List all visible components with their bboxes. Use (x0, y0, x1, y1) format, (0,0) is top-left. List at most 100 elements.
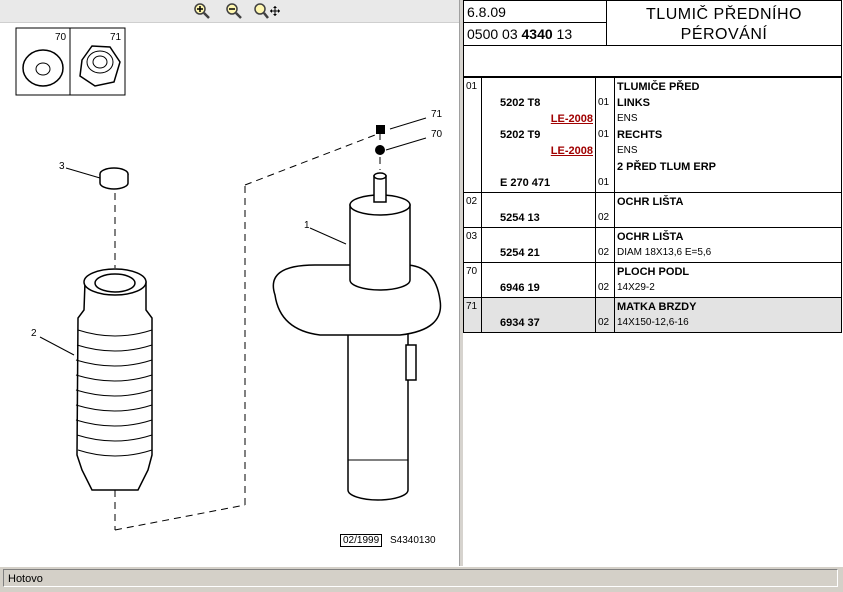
diagram-reference: S4340130 (390, 535, 436, 546)
part-quantity-cell: 02 (595, 227, 615, 263)
callout-3: 3 (59, 161, 65, 172)
part-quantity (598, 79, 612, 95)
part-reference[interactable] (484, 161, 500, 173)
part-quantity-cell: 02 (595, 192, 615, 228)
part-reference[interactable] (484, 81, 500, 93)
parts-table-row[interactable]: 70 6946 19 02 PLOCH PODL 14X29-2 (463, 262, 842, 298)
part-description: OCHR LIŠTA (617, 231, 684, 243)
part-description: 14X29-2 (617, 282, 655, 293)
part-description: DIAM 18X13,6 E=5,6 (617, 247, 712, 258)
part-quantity: 02 (598, 247, 610, 258)
part-reference[interactable]: 6946 19 (484, 282, 540, 294)
parts-table: 01 5202 T8 LE-2008 5202 T9 LE-2008 E 270 471 0… (463, 77, 842, 333)
callout-71: 71 (431, 109, 443, 120)
part-reference-cell: 6934 37 (481, 297, 596, 333)
part-reference-cell: 5254 13 (481, 192, 596, 228)
part-description-cell: TLUMIČE PŘED LINKS ENS RECHTS ENS 2 PŘED TLUM… (614, 77, 842, 193)
header-title: TLUMIČ PŘEDNÍHO PÉROVÁNÍ (606, 0, 842, 46)
part-reference[interactable] (484, 231, 500, 243)
header-code-b: 4340 (521, 26, 553, 42)
part-quantity (598, 159, 612, 175)
part-reference[interactable]: 5254 21 (484, 247, 540, 259)
washer-marker (375, 145, 385, 155)
part-reference[interactable] (484, 301, 500, 313)
bellows-part (75, 268, 153, 491)
callout-71-inset: 71 (110, 32, 122, 43)
part-quantity: 02 (598, 282, 610, 293)
part-reference[interactable] (484, 266, 500, 278)
part-quantity (598, 111, 612, 127)
part-description (617, 210, 839, 226)
exploded-view-diagram (15, 27, 442, 531)
part-description: LINKS (617, 97, 650, 109)
callout-70: 70 (431, 129, 443, 140)
part-description: OCHR LIŠTA (617, 196, 684, 208)
part-reference[interactable]: 5202 T8 (484, 97, 540, 109)
part-description-cell: MATKA BRZDY 14X150-12,6-16 (614, 297, 842, 333)
part-reference[interactable]: 5254 13 (484, 212, 540, 224)
shock-absorber-part (272, 172, 442, 501)
callout-1: 1 (304, 220, 310, 231)
cap-part (99, 167, 129, 190)
part-quantity (598, 229, 612, 245)
nut-marker (376, 125, 385, 134)
part-position: 71 (463, 297, 482, 333)
part-position: 70 (463, 262, 482, 298)
part-position: 03 (463, 227, 482, 263)
part-description: 2 PŘED TLUM ERP (617, 161, 717, 173)
part-quantity (598, 299, 612, 315)
callout-2: 2 (31, 328, 37, 339)
header-code-a: 0500 03 (467, 26, 518, 42)
header-title-line2: PÉROVÁNÍ (680, 26, 768, 43)
status-text: Hotovo (3, 569, 838, 587)
diagram-pane: 70 71 3 2 1 71 70 02/1999 S4340130 (0, 0, 459, 566)
part-quantity: 02 (598, 212, 610, 223)
part-quantity: 01 (598, 129, 610, 140)
diagram-date-box: 02/1999 (340, 534, 383, 547)
part-quantity-cell: 01 01 01 (595, 77, 615, 193)
part-validity-link[interactable]: LE-2008 (551, 113, 593, 125)
part-position: 01 (463, 77, 482, 193)
part-description: ENS (617, 113, 638, 124)
part-description: 14X150-12,6-16 (617, 317, 689, 328)
part-description: PLOCH PODL (617, 266, 690, 278)
part-description (617, 175, 839, 191)
part-quantity (598, 264, 612, 280)
part-reference[interactable]: 5202 T9 (484, 129, 540, 141)
part-description: RECHTS (617, 129, 663, 141)
part-quantity-cell: 02 (595, 262, 615, 298)
part-reference-cell: 5254 21 (481, 227, 596, 263)
part-description: MATKA BRZDY (617, 301, 697, 313)
washer-hole (35, 62, 51, 76)
header-spacer (463, 45, 842, 77)
part-quantity-cell: 02 (595, 297, 615, 333)
header-code-c: 13 (556, 26, 573, 42)
callout-70-inset: 70 (55, 32, 67, 43)
part-quantity (598, 143, 612, 159)
part-description: TLUMIČE PŘED (617, 81, 700, 93)
part-reference[interactable] (484, 196, 500, 208)
header-code: 0500 03 4340 13 (463, 22, 607, 46)
part-quantity: 01 (598, 97, 610, 108)
part-reference[interactable]: 6934 37 (484, 317, 540, 329)
part-description-cell: OCHR LIŠTA DIAM 18X13,6 E=5,6 (614, 227, 842, 263)
parts-table-row[interactable]: 03 5254 21 02 OCHR LIŠTA DIAM 18X13,6 E=5,6 (463, 227, 842, 263)
part-description: ENS (617, 145, 638, 156)
status-bar: Hotovo (0, 566, 843, 592)
part-reference[interactable]: E 270 471 (484, 177, 550, 189)
parts-pane: 6.8.09 0500 03 4340 13 TLUMIČ PŘEDNÍHO P… (463, 0, 843, 566)
part-description-cell: PLOCH PODL 14X29-2 (614, 262, 842, 298)
part-reference-cell: 6946 19 (481, 262, 596, 298)
parts-table-row[interactable]: 02 5254 13 02 OCHR LIŠTA (463, 192, 842, 228)
parts-table-row[interactable]: 71 6934 37 02 MATKA BRZDY 14X150-12,6-16 (463, 297, 842, 333)
part-position: 02 (463, 192, 482, 228)
header-date: 6.8.09 (463, 0, 607, 23)
header-title-line1: TLUMIČ PŘEDNÍHO (646, 6, 802, 23)
part-quantity: 01 (598, 177, 610, 188)
part-description-cell: OCHR LIŠTA (614, 192, 842, 228)
part-quantity: 02 (598, 317, 610, 328)
part-validity-link[interactable]: LE-2008 (551, 145, 593, 157)
parts-table-row[interactable]: 01 5202 T8 LE-2008 5202 T9 LE-2008 E 270 471 0… (463, 77, 842, 193)
part-reference-cell: 5202 T8 LE-2008 5202 T9 LE-2008 E 270 471 (481, 77, 596, 193)
part-quantity (598, 194, 612, 210)
